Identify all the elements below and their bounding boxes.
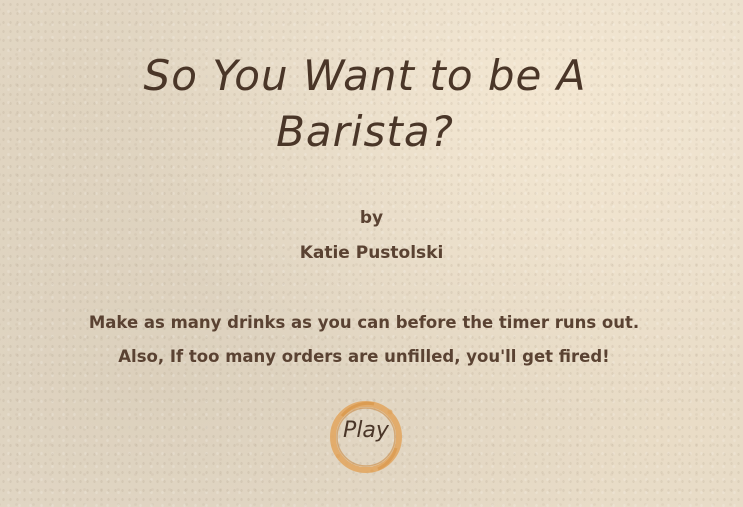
play-button[interactable]: Play: [328, 398, 404, 474]
instruction-line-2: Also, If too many orders are unfilled, y…: [118, 347, 610, 366]
author-name: Katie Pustolski: [299, 243, 444, 263]
byline-by: by: [359, 208, 384, 228]
title-screen: So You Want to be A Barista? by Katie Pu…: [0, 0, 743, 507]
play-label: Play: [343, 418, 389, 443]
game-title: So You Want to be A Barista?: [143, 51, 587, 156]
instruction-line-1: Make as many drinks as you can before th…: [88, 313, 640, 332]
